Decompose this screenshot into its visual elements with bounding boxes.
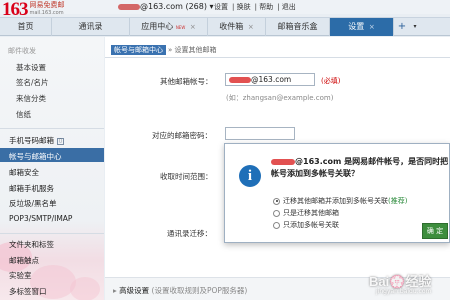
redacted-email: [271, 158, 295, 165]
tab-label: 设置: [348, 22, 365, 31]
close-icon[interactable]: ×: [369, 23, 375, 31]
sidebar-item-antispam[interactable]: 反垃圾/黑名单: [9, 198, 57, 209]
other-email-label: 其他邮箱帐号：: [160, 77, 213, 86]
other-email-domain: @163.com: [251, 75, 292, 84]
sidebar-item-stationery[interactable]: 信纸: [16, 109, 31, 120]
option-label: 只是迁移其他邮箱: [283, 209, 339, 217]
other-email-input[interactable]: @163.com: [225, 73, 315, 86]
sidebar-item-mail-filter[interactable]: 来信分类: [16, 93, 46, 104]
recommended-tag: (推荐): [388, 197, 408, 205]
sidebar-item-label: 手机号码邮箱: [9, 136, 54, 145]
password-label: 对应的邮箱密码：: [152, 131, 212, 140]
sidebar-item-touchpoints[interactable]: 邮箱触点: [9, 255, 39, 266]
expand-arrow-icon: ▸: [113, 286, 117, 295]
option-migrate-and-link[interactable]: 迁移其他邮箱并添加到多帐号关联(推荐): [273, 196, 407, 206]
top-link-logout[interactable]: 退出: [282, 3, 296, 11]
required-note: (必填): [321, 77, 341, 85]
option-link-only[interactable]: 只添加多帐号关联: [273, 220, 339, 230]
tab-app-center[interactable]: 应用中心 NEW ×: [130, 18, 208, 36]
info-icon: i: [239, 165, 261, 187]
sidebar-section-header: 邮件收发: [8, 47, 36, 55]
tab-contacts[interactable]: 通讯录: [52, 18, 130, 36]
radio-selected-icon[interactable]: [273, 197, 280, 205]
tab-label: 通讯录: [78, 22, 103, 31]
option-migrate-only[interactable]: 只是迁移其他邮箱: [273, 208, 339, 218]
phone-icon: ▯: [57, 137, 64, 145]
top-link-skin[interactable]: 换肤: [237, 3, 251, 11]
password-input[interactable]: [225, 127, 295, 140]
radio-icon[interactable]: [273, 209, 280, 217]
breadcrumb: 帐号与邮箱中心» 设置其他邮箱: [111, 45, 217, 55]
advanced-settings-label: 高级设置: [119, 286, 150, 295]
tab-inbox[interactable]: 收件箱 ×: [208, 18, 266, 36]
ok-button[interactable]: 确 定: [422, 223, 448, 239]
radio-icon[interactable]: [273, 221, 280, 229]
sidebar-item-mobile-mail[interactable]: 手机号码邮箱 ▯: [9, 135, 64, 146]
tab-bar: 首页 通讯录 应用中心 NEW × 收件箱 × 邮箱音乐盒 设置 × + ▾: [0, 17, 450, 36]
sidebar-item-account-center[interactable]: 帐号与邮箱中心: [9, 151, 62, 162]
sidebar-divider: [0, 233, 104, 234]
top-links: 设置 | 换肤 | 帮助 | 退出: [214, 3, 296, 11]
watermark-url: jingyan.baidu.com: [376, 288, 432, 295]
logo-title: 网易免费邮: [29, 1, 65, 9]
top-link-settings[interactable]: 设置: [214, 3, 228, 11]
user-account[interactable]: @163.com (268) ▾: [118, 2, 214, 11]
confirm-dialog: i @163.com 是网易邮件帐号，是否同时把帐号添加到多帐号关联？ 迁移其他…: [224, 143, 450, 243]
sidebar-item-pop3[interactable]: POP3/SMTP/IMAP: [9, 214, 72, 223]
option-label: 迁移其他邮箱并添加到多帐号关联: [283, 197, 388, 205]
sidebar-item-security[interactable]: 邮箱安全: [9, 167, 39, 178]
tab-music-box[interactable]: 邮箱音乐盒: [266, 18, 330, 36]
sidebar: 邮件收发 基本设置 签名/名片 来信分类 信纸 手机号码邮箱 ▯ 帐号与邮箱中心 …: [0, 37, 104, 300]
advanced-settings-note: (设置收取规则及POP服务器): [151, 286, 248, 295]
tab-settings[interactable]: 设置 ×: [330, 18, 394, 36]
tab-home[interactable]: 首页: [0, 18, 52, 36]
sidebar-item-mobile-service[interactable]: 邮箱手机服务: [9, 183, 54, 194]
sidebar-item-lab[interactable]: 实验室: [9, 270, 32, 281]
redacted-email: [229, 77, 251, 83]
breadcrumb-current-page: » 设置其他邮箱: [168, 46, 217, 54]
sidebar-item-multi-tab[interactable]: 多标签窗口: [9, 286, 47, 297]
header-divider: [105, 57, 450, 58]
breadcrumb-account-center[interactable]: 帐号与邮箱中心: [111, 45, 166, 55]
dialog-message: @163.com 是网易邮件帐号，是否同时把帐号添加到多帐号关联？: [271, 156, 449, 180]
blossom-decoration: [70, 277, 100, 300]
add-tab-icon[interactable]: +: [395, 18, 409, 36]
dialog-message-text: @163.com 是网易邮件帐号，是否同时把帐号添加到多帐号关联？: [271, 157, 449, 178]
new-badge: NEW: [175, 25, 186, 30]
top-link-help[interactable]: 帮助: [259, 3, 273, 11]
user-dropdown-icon[interactable]: ▾: [210, 2, 214, 11]
user-address: @163.com (268): [140, 2, 207, 11]
sidebar-item-folders[interactable]: 文件夹和标签: [9, 239, 54, 250]
contacts-migration-label: 通讯录迁移：: [167, 229, 212, 238]
tab-label: 首页: [17, 22, 34, 31]
close-icon[interactable]: ×: [248, 23, 254, 31]
sidebar-item-basic[interactable]: 基本设置: [16, 62, 46, 73]
top-bar: 163 网易免费邮 mail.163.com @163.com (268) ▾ …: [0, 0, 450, 19]
email-example-hint: (如：zhangsan@example.com): [226, 94, 334, 102]
logo-url: mail.163.com: [29, 10, 64, 16]
redacted-username: [118, 3, 140, 10]
tab-label: 应用中心: [141, 22, 174, 31]
advanced-settings-toggle[interactable]: ▸ 高级设置 (设置收取规则及POP服务器): [113, 285, 247, 296]
tab-label: 收件箱: [219, 22, 244, 31]
receive-time-label: 收取时间范围：: [160, 172, 213, 181]
close-icon[interactable]: ×: [190, 23, 196, 31]
tab-label: 邮箱音乐盒: [277, 22, 318, 31]
sidebar-item-signature[interactable]: 签名/名片: [16, 77, 49, 88]
tab-dropdown-icon[interactable]: ▾: [410, 18, 420, 36]
sidebar-divider: [0, 128, 104, 129]
option-label: 只添加多帐号关联: [283, 221, 339, 229]
